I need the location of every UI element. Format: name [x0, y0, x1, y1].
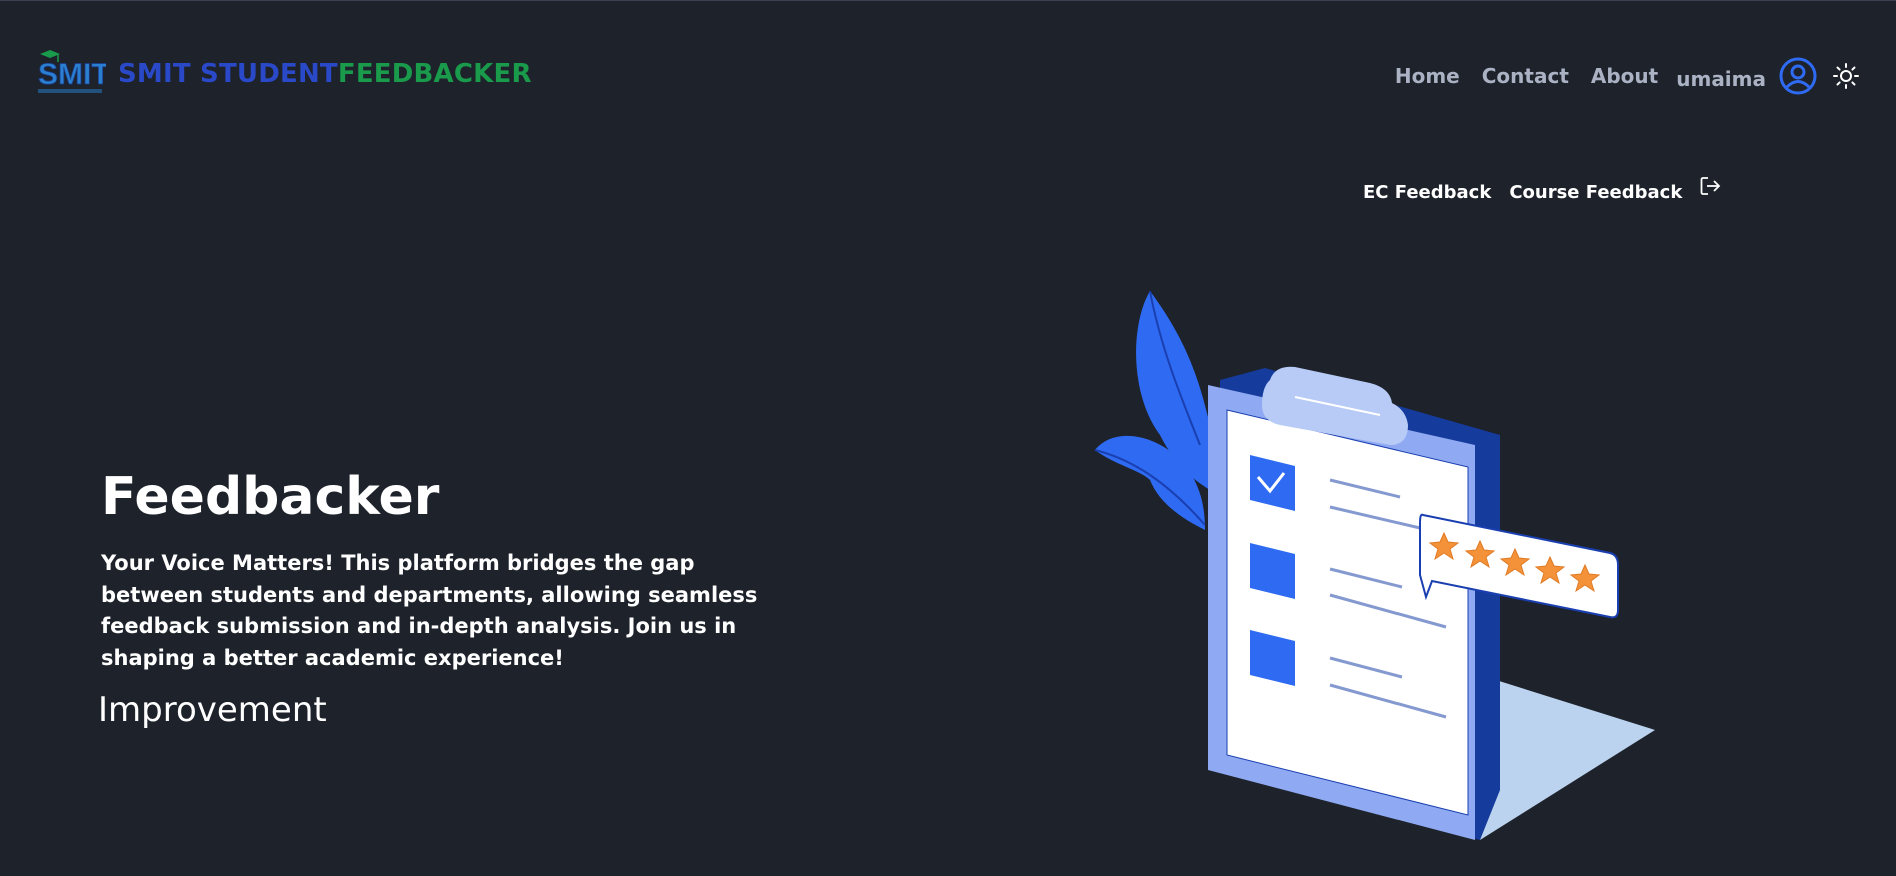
user-circle-icon[interactable] [1778, 56, 1818, 96]
hero-typed-word: Improvement [98, 690, 327, 730]
logo-letters: SMIT [38, 58, 106, 91]
smit-logo: SMIT [36, 48, 110, 100]
logout-icon[interactable] [1698, 174, 1722, 198]
hero-description: Your Voice Matters! This platform bridge… [101, 551, 758, 670]
nav-username[interactable]: umaima [1676, 67, 1766, 91]
window-top-border [0, 0, 1896, 1]
sun-icon[interactable] [1832, 62, 1860, 90]
main-nav: Home Contact About umaima [1373, 56, 1860, 96]
clipboard-feedback-illustration [1094, 290, 1655, 840]
feedback-subnav: EC Feedback Course Feedback [1363, 177, 1722, 204]
nav-contact[interactable]: Contact [1482, 64, 1569, 88]
ec-feedback-link[interactable]: EC Feedback [1363, 182, 1491, 203]
course-feedback-link[interactable]: Course Feedback [1509, 182, 1682, 203]
brand-name-part2: FEEDBACKER [337, 59, 532, 89]
brand-name-part1: SMIT STUDENT [118, 59, 338, 89]
nav-home[interactable]: Home [1395, 64, 1460, 88]
brand-logo-link[interactable]: SMIT SMIT STUDENTFEEDBACKER [36, 48, 532, 100]
hero-title: Feedbacker [101, 467, 440, 527]
brand-name: SMIT STUDENTFEEDBACKER [118, 59, 532, 89]
nav-about[interactable]: About [1591, 64, 1658, 88]
